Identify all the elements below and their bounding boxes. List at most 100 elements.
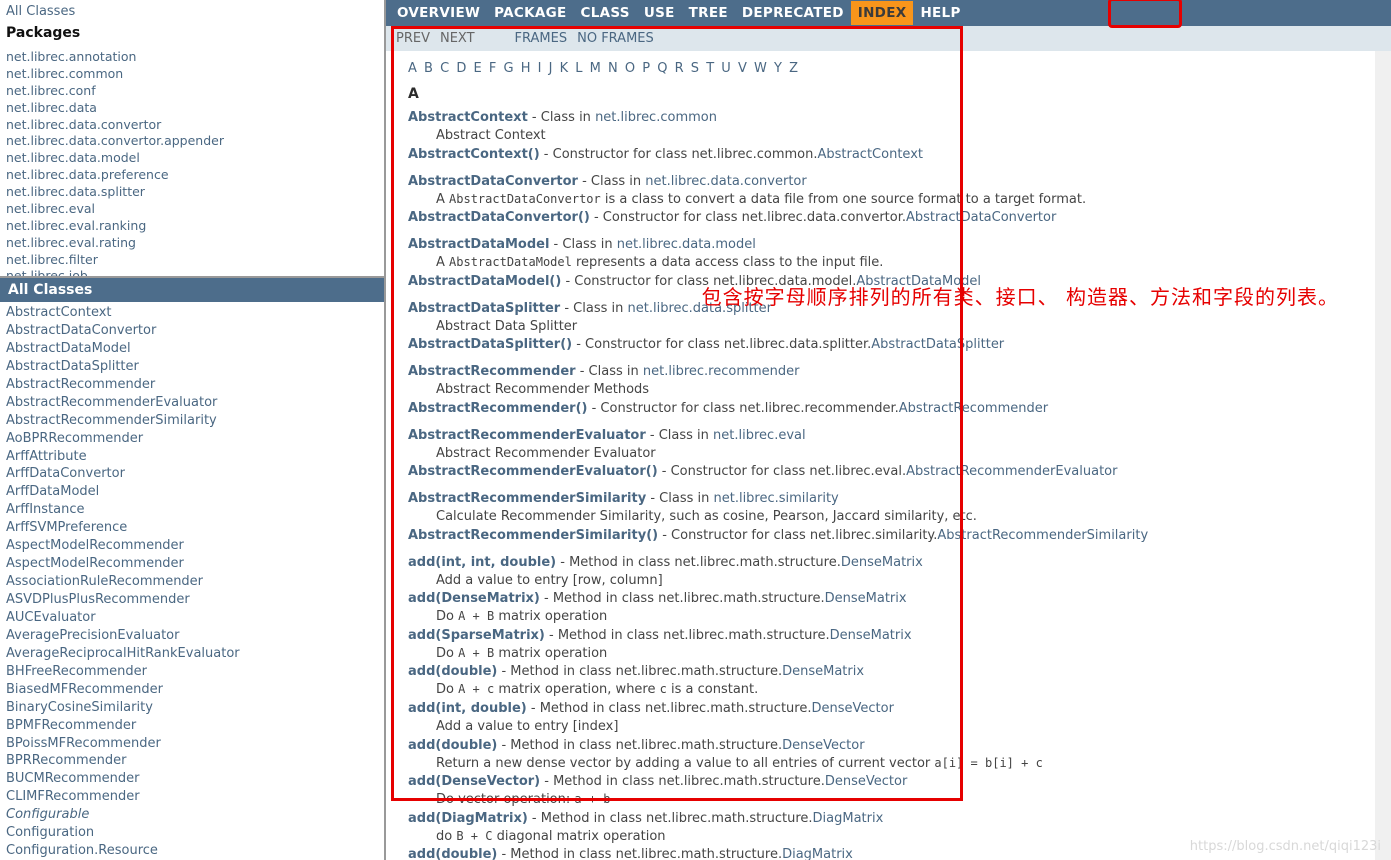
class-link[interactable]: AUCEvaluator [6, 609, 378, 627]
class-link[interactable]: ArffSVMPreference [6, 519, 378, 537]
alpha-E[interactable]: E [473, 61, 481, 76]
alpha-B[interactable]: B [424, 61, 433, 76]
package-link[interactable]: net.librec.eval [6, 201, 378, 218]
alpha-P[interactable]: P [642, 61, 650, 76]
class-link[interactable]: BPoissMFRecommender [6, 735, 378, 753]
nav-tree[interactable]: TREE [682, 1, 735, 25]
entry-type-link[interactable]: DiagMatrix [813, 811, 884, 826]
entry-label[interactable]: AbstractDataSplitter [408, 301, 560, 316]
package-link[interactable]: net.librec.data.model [6, 150, 378, 167]
class-link[interactable]: AverageReciprocalHitRankEvaluator [6, 645, 378, 663]
nav-use[interactable]: USE [637, 1, 682, 25]
alpha-W[interactable]: W [754, 61, 767, 76]
entry-type-link[interactable]: DenseMatrix [782, 664, 864, 679]
class-link[interactable]: ArffInstance [6, 501, 378, 519]
alpha-Q[interactable]: Q [657, 61, 667, 76]
nav-frames[interactable]: FRAMES [515, 31, 568, 46]
alpha-D[interactable]: D [456, 61, 466, 76]
alpha-L[interactable]: L [575, 61, 582, 76]
entry-type-link[interactable]: AbstractDataSplitter [871, 337, 1004, 352]
alpha-V[interactable]: V [738, 61, 747, 76]
entry-label[interactable]: AbstractContext() [408, 147, 540, 162]
class-link[interactable]: AbstractRecommenderEvaluator [6, 394, 378, 412]
entry-label[interactable]: AbstractDataConvertor [408, 174, 578, 189]
alpha-G[interactable]: G [503, 61, 513, 76]
entry-type-link[interactable]: AbstractRecommenderEvaluator [906, 464, 1117, 479]
package-link[interactable]: net.librec.data.convertor [6, 117, 378, 134]
nav-class[interactable]: CLASS [574, 1, 637, 25]
package-link[interactable]: net.librec.conf [6, 83, 378, 100]
entry-type-link[interactable]: DenseVector [811, 701, 893, 716]
entry-type-link[interactable]: DenseVector [825, 774, 907, 789]
class-link[interactable]: BinaryCosineSimilarity [6, 699, 378, 717]
alpha-S[interactable]: S [691, 61, 699, 76]
class-link[interactable]: AveragePrecisionEvaluator [6, 627, 378, 645]
entry-label[interactable]: add(int, int, double) [408, 555, 556, 570]
class-link[interactable]: AspectModelRecommender [6, 537, 378, 555]
alpha-U[interactable]: U [721, 61, 731, 76]
class-link[interactable]: ArffDataConvertor [6, 465, 378, 483]
class-link[interactable]: BPRRecommender [6, 752, 378, 770]
entry-type-link[interactable]: net.librec.data.model [617, 237, 756, 252]
entry-label[interactable]: AbstractDataSplitter() [408, 337, 572, 352]
alpha-R[interactable]: R [675, 61, 684, 76]
package-link[interactable]: net.librec.data.preference [6, 167, 378, 184]
all-classes-link[interactable]: All Classes [6, 4, 378, 19]
entry-label[interactable]: AbstractRecommender() [408, 401, 587, 416]
alpha-I[interactable]: I [538, 61, 542, 76]
entry-type-link[interactable]: net.librec.recommender [643, 364, 800, 379]
entry-label[interactable]: AbstractRecommender [408, 364, 576, 379]
class-link[interactable]: ArffDataModel [6, 483, 378, 501]
class-link[interactable]: BPMFRecommender [6, 717, 378, 735]
package-link[interactable]: net.librec.common [6, 66, 378, 83]
entry-type-link[interactable]: AbstractRecommender [899, 401, 1048, 416]
class-link[interactable]: AoBPRRecommender [6, 430, 378, 448]
alpha-F[interactable]: F [489, 61, 496, 76]
package-link[interactable]: net.librec.data [6, 100, 378, 117]
entry-label[interactable]: AbstractRecommenderSimilarity() [408, 528, 658, 543]
class-link[interactable]: AbstractRecommenderSimilarity [6, 412, 378, 430]
nav-help[interactable]: HELP [913, 1, 967, 25]
class-link[interactable]: AssociationRuleRecommender [6, 573, 378, 591]
nav-index[interactable]: INDEX [851, 1, 914, 25]
alpha-T[interactable]: T [706, 61, 714, 76]
alpha-C[interactable]: C [440, 61, 449, 76]
entry-label[interactable]: AbstractRecommenderEvaluator [408, 428, 646, 443]
class-link[interactable]: ArffAttribute [6, 448, 378, 466]
entry-type-link[interactable]: DenseMatrix [825, 591, 907, 606]
entry-label[interactable]: add(int, double) [408, 701, 527, 716]
entry-label[interactable]: AbstractDataModel [408, 237, 549, 252]
package-link[interactable]: net.librec.job [6, 268, 378, 278]
class-link[interactable]: AbstractContext [6, 304, 378, 322]
class-link[interactable]: Configurable [6, 806, 378, 824]
entry-type-link[interactable]: AbstractContext [817, 147, 923, 162]
package-link[interactable]: net.librec.data.splitter [6, 184, 378, 201]
entry-label[interactable]: AbstractDataConvertor() [408, 210, 590, 225]
nav-noframes[interactable]: NO FRAMES [577, 31, 654, 46]
class-link[interactable]: AspectModelRecommender [6, 555, 378, 573]
class-link[interactable]: BUCMRecommender [6, 770, 378, 788]
entry-label[interactable]: add(DenseMatrix) [408, 591, 540, 606]
class-link[interactable]: BHFreeRecommender [6, 663, 378, 681]
entry-label[interactable]: add(SparseMatrix) [408, 628, 545, 643]
package-link[interactable]: net.librec.eval.ranking [6, 218, 378, 235]
nav-deprecated[interactable]: DEPRECATED [735, 1, 851, 25]
entry-label[interactable]: add(DiagMatrix) [408, 811, 528, 826]
class-link[interactable]: ASVDPlusPlusRecommender [6, 591, 378, 609]
entry-label[interactable]: add(double) [408, 847, 497, 860]
nav-next[interactable]: NEXT [440, 31, 475, 46]
alpha-Z[interactable]: Z [789, 61, 798, 76]
class-link[interactable]: AbstractRecommender [6, 376, 378, 394]
alpha-H[interactable]: H [521, 61, 531, 76]
entry-type-link[interactable]: AbstractDataConvertor [906, 210, 1056, 225]
package-link[interactable]: net.librec.annotation [6, 49, 378, 66]
entry-label[interactable]: add(double) [408, 738, 497, 753]
class-link[interactable]: CLIMFRecommender [6, 788, 378, 806]
entry-type-link[interactable]: DiagMatrix [782, 847, 853, 860]
entry-type-link[interactable]: AbstractRecommenderSimilarity [937, 528, 1148, 543]
alpha-A[interactable]: A [408, 61, 417, 76]
alpha-K[interactable]: K [560, 61, 569, 76]
class-link[interactable]: AbstractDataModel [6, 340, 378, 358]
class-link[interactable]: AbstractDataSplitter [6, 358, 378, 376]
entry-type-link[interactable]: net.librec.eval [713, 428, 806, 443]
